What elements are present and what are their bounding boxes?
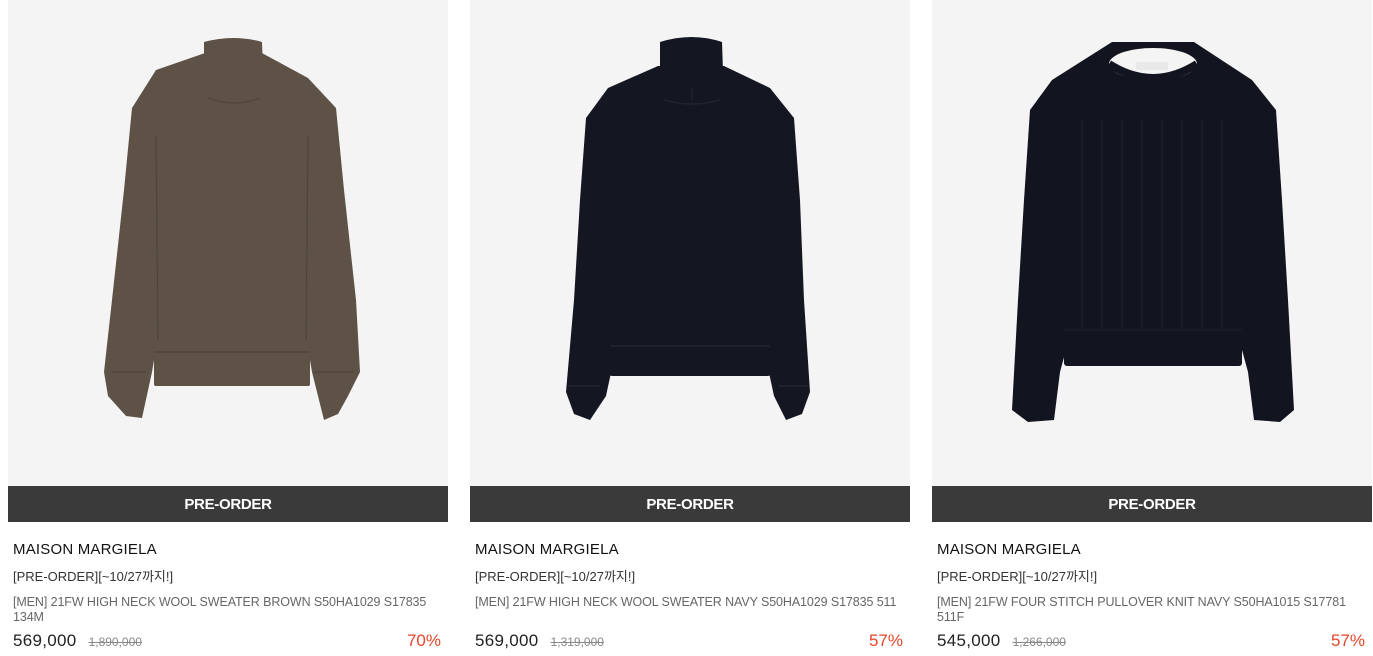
product-card[interactable]: PRE-ORDER MAISON MARGIELA [PRE-ORDER][~1… [470, 0, 910, 656]
original-price: 1,319,000 [550, 635, 604, 649]
pre-order-badge: PRE-ORDER [8, 486, 448, 522]
sale-price: 569,000 [475, 631, 539, 650]
product-name[interactable]: [MEN] 21FW FOUR STITCH PULLOVER KNIT NAV… [937, 595, 1367, 625]
product-image[interactable] [8, 0, 448, 486]
sweater-image [104, 38, 360, 420]
price-row: 569,000 1,890,000 70% [13, 631, 443, 653]
product-image[interactable] [470, 0, 910, 486]
discount-rate: 70% [406, 631, 441, 650]
promo-tag: [PRE-ORDER][~10/27까지!] [937, 569, 1098, 584]
product-card[interactable]: PRE-ORDER MAISON MARGIELA [PRE-ORDER][~1… [932, 0, 1372, 656]
price-row: 569,000 1,319,000 57% [475, 631, 905, 653]
product-image[interactable] [932, 0, 1372, 486]
pre-order-badge: PRE-ORDER [470, 486, 910, 522]
sweater-image [1012, 42, 1294, 422]
pre-order-badge: PRE-ORDER [932, 486, 1372, 522]
brand-name[interactable]: MAISON MARGIELA [937, 540, 1367, 560]
brand-name[interactable]: MAISON MARGIELA [475, 540, 905, 560]
discount-rate: 57% [868, 631, 903, 650]
promo-tag: [PRE-ORDER][~10/27까지!] [13, 569, 174, 584]
original-price: 1,890,000 [88, 635, 142, 649]
original-price: 1,266,000 [1012, 635, 1066, 649]
sale-price: 569,000 [13, 631, 77, 650]
product-info: MAISON MARGIELA [PRE-ORDER][~10/27까지!] [… [8, 540, 448, 653]
product-name[interactable]: [MEN] 21FW HIGH NECK WOOL SWEATER BROWN … [13, 595, 443, 625]
sale-price: 545,000 [937, 631, 1001, 650]
product-info: MAISON MARGIELA [PRE-ORDER][~10/27까지!] [… [932, 540, 1372, 653]
price-row: 545,000 1,266,000 57% [937, 631, 1367, 653]
promo-tag: [PRE-ORDER][~10/27까지!] [475, 569, 636, 584]
product-info: MAISON MARGIELA [PRE-ORDER][~10/27까지!] [… [470, 540, 910, 653]
brand-name[interactable]: MAISON MARGIELA [13, 540, 443, 560]
discount-rate: 57% [1330, 631, 1365, 650]
product-grid: PRE-ORDER MAISON MARGIELA [PRE-ORDER][~1… [0, 0, 1373, 656]
sweater-image [566, 37, 810, 420]
product-card[interactable]: PRE-ORDER MAISON MARGIELA [PRE-ORDER][~1… [8, 0, 448, 656]
product-name[interactable]: [MEN] 21FW HIGH NECK WOOL SWEATER NAVY S… [475, 595, 905, 625]
